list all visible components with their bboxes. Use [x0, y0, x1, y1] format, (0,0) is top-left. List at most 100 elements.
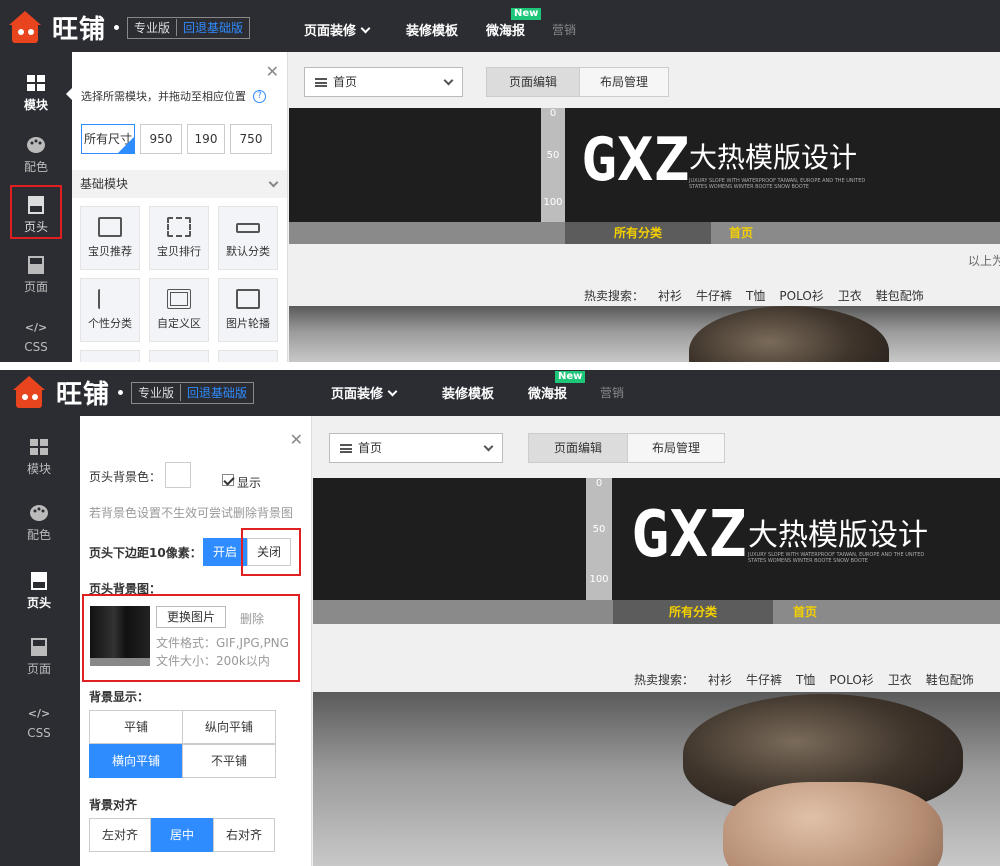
menu-icon — [315, 78, 327, 87]
code-icon: </> — [29, 707, 49, 720]
new-badge: New — [511, 8, 542, 20]
code-icon: </> — [26, 321, 46, 334]
page-select[interactable]: 首页 — [329, 433, 503, 463]
left-rail: 模块 配色 页头 页面 </> CSS — [0, 416, 80, 866]
banner-photo — [289, 306, 1000, 362]
nav-poster[interactable]: 微海报 — [486, 20, 525, 39]
banner-photo — [313, 692, 1000, 866]
brand-logo[interactable]: 旺铺 专业版 回退基础版 — [6, 9, 251, 46]
chevron-down-icon — [443, 75, 454, 86]
nav-page-decor[interactable]: 页面装修 — [304, 20, 371, 39]
show-label: 显示 — [237, 476, 262, 490]
recommend-icon — [98, 217, 122, 237]
nav-templates[interactable]: 装修模板 — [406, 20, 458, 39]
tree-icon — [98, 289, 122, 309]
version-switch: 专业版 回退基础版 — [131, 381, 255, 404]
hot-search-bar: 热卖搜索： 衬衫 牛仔裤 T恤 POLO衫 卫衣 鞋包配饰 — [634, 673, 974, 687]
show-checkbox[interactable] — [222, 474, 234, 486]
chevron-down-icon — [268, 177, 279, 188]
chevron-down-icon — [387, 386, 398, 397]
brand-name: 旺铺 — [56, 380, 111, 410]
nav-home[interactable]: 首页 — [783, 600, 827, 624]
module-item-custom-area[interactable]: 自定义区 — [149, 278, 209, 342]
close-icon[interactable]: ✕ — [290, 430, 303, 449]
align-center-button[interactable]: 居中 — [151, 818, 213, 852]
nav-poster[interactable]: 微海报 — [528, 383, 567, 402]
help-icon[interactable]: ? — [253, 90, 266, 103]
grid-icon — [27, 75, 45, 91]
top-bar: 旺铺 专业版 回退基础版 页面装修 装修模板 微海报 New 营销 — [0, 370, 1000, 416]
shop-logo: GXZ — [631, 498, 747, 572]
close-icon[interactable]: ✕ — [266, 62, 279, 81]
custom-grid-icon — [167, 289, 191, 309]
chevron-down-icon — [360, 23, 371, 34]
shop-logo: GXZ — [581, 125, 690, 195]
brand-logo[interactable]: 旺铺 专业版 回退基础版 — [10, 374, 255, 411]
tab-layout-manage[interactable]: 布局管理 — [627, 433, 725, 463]
shop-nav-bar: 所有分类 首页 — [313, 600, 1000, 624]
nav-home[interactable]: 首页 — [721, 222, 761, 244]
menu-icon — [340, 444, 352, 453]
nav-all-categories[interactable]: 所有分类 — [565, 222, 711, 244]
wangpu-logo-icon — [6, 10, 44, 45]
rail-item-css[interactable]: </> CSS — [0, 318, 72, 354]
more-text: 以上为 — [967, 254, 1000, 268]
top-bar: 旺铺 专业版 回退基础版 页面装修 装修模板 微海报 New 营销 — [0, 0, 1000, 52]
module-item-ranking[interactable]: 宝贝排行 — [149, 206, 209, 270]
module-item-default-category[interactable]: 默认分类 — [218, 206, 278, 270]
basic-version-link[interactable]: 回退基础版 — [181, 384, 253, 401]
rail-item-color[interactable]: 配色 — [0, 504, 78, 543]
rail-item-modules[interactable]: 模块 — [0, 74, 72, 113]
nav-page-decor[interactable]: 页面装修 — [331, 383, 398, 402]
display-vertical-tile-button[interactable]: 纵向平铺 — [182, 710, 276, 744]
display-horizontal-tile-button[interactable]: 横向平铺 — [89, 744, 183, 778]
highlight-box — [10, 185, 62, 239]
basic-modules-header[interactable]: 基础模块 — [72, 170, 287, 198]
size-filter-190[interactable]: 190 — [187, 124, 225, 154]
screenshot-header-settings: 旺铺 专业版 回退基础版 页面装修 装修模板 微海报 New 营销 模块 配色 … — [0, 370, 1000, 866]
align-left-button[interactable]: 左对齐 — [89, 818, 151, 852]
margin-label: 页头下边距10像素： — [89, 546, 202, 560]
tab-page-edit[interactable]: 页面编辑 — [528, 433, 628, 463]
size-filter-950[interactable]: 950 — [140, 124, 182, 154]
image-carousel-icon — [236, 289, 260, 309]
screenshot-module-panel: 旺铺 专业版 回退基础版 页面装修 装修模板 微海报 New 营销 模块 配色 … — [0, 0, 1000, 362]
display-tile-button[interactable]: 平铺 — [89, 710, 183, 744]
ranking-icon — [167, 217, 191, 237]
page-layout-icon — [31, 638, 47, 656]
size-filter-750[interactable]: 750 — [230, 124, 272, 154]
banner-title: 大热模版设计 — [748, 518, 928, 553]
highlight-box — [82, 594, 300, 682]
rail-item-css[interactable]: </> CSS — [0, 704, 78, 740]
bg-align-label: 背景对齐 — [89, 798, 138, 812]
version-switch: 专业版 回退基础版 — [127, 16, 251, 39]
display-no-tile-button[interactable]: 不平铺 — [182, 744, 276, 778]
basic-version-link[interactable]: 回退基础版 — [177, 19, 249, 36]
pro-version-label: 专业版 — [132, 384, 182, 401]
rail-item-page[interactable]: 页面 — [0, 256, 72, 295]
size-filter-all[interactable]: 所有尺寸 — [81, 124, 135, 154]
shop-nav-bar: 所有分类 首页 — [289, 222, 1000, 244]
banner-title: 大热模版设计 — [689, 141, 858, 174]
nav-marketing[interactable]: 营销 — [600, 384, 624, 401]
tab-layout-manage[interactable]: 布局管理 — [579, 67, 669, 97]
nav-all-categories[interactable]: 所有分类 — [613, 600, 773, 624]
rail-item-modules[interactable]: 模块 — [0, 438, 78, 477]
grid-icon — [30, 439, 48, 455]
bg-color-picker[interactable] — [165, 462, 191, 488]
module-item-carousel[interactable]: 图片轮播 — [218, 278, 278, 342]
rail-item-header[interactable]: 页头 — [0, 572, 78, 611]
category-icon — [236, 223, 260, 233]
module-item-recommend[interactable]: 宝贝推荐 — [80, 206, 140, 270]
align-right-button[interactable]: 右对齐 — [213, 818, 275, 852]
nav-marketing[interactable]: 营销 — [552, 21, 576, 38]
module-item-custom-category[interactable]: 个性分类 — [80, 278, 140, 342]
chevron-down-icon — [483, 441, 494, 452]
page-layout-icon — [28, 256, 44, 274]
page-select[interactable]: 首页 — [304, 67, 463, 97]
header-layout-icon — [31, 572, 47, 590]
rail-item-page[interactable]: 页面 — [0, 638, 78, 677]
rail-item-color[interactable]: 配色 — [0, 136, 72, 175]
nav-templates[interactable]: 装修模板 — [442, 383, 494, 402]
tab-page-edit[interactable]: 页面编辑 — [486, 67, 580, 97]
